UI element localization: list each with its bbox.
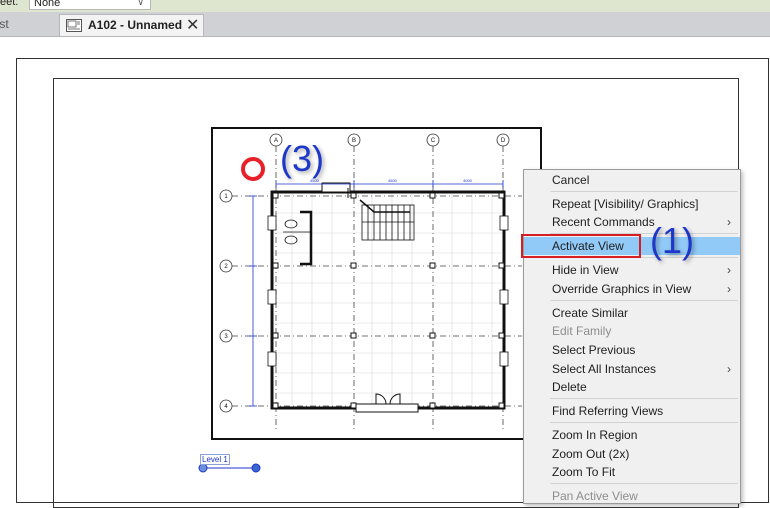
menu-item-repeat[interactable]: Repeat [Visibility/ Graphics]: [524, 195, 740, 213]
menu-item-label: Delete: [552, 380, 587, 394]
context-menu: Cancel Repeat [Visibility/ Graphics] Rec…: [523, 169, 741, 504]
menu-separator: [550, 483, 738, 484]
menu-item-pan-active-view[interactable]: Pan Active View: [524, 487, 740, 505]
chevron-right-icon: ›: [727, 215, 731, 229]
menu-item-label: Select Previous: [552, 343, 636, 357]
menu-item-label: Select All Instances: [552, 362, 657, 376]
menu-item-select-all-instances[interactable]: Select All Instances ›: [524, 360, 740, 378]
grid-bubble-label: A: [274, 138, 278, 144]
level-marker: [198, 463, 261, 473]
menu-item-override-graphics[interactable]: Override Graphics in View ›: [524, 280, 740, 298]
menu-item-label: Edit Family: [552, 324, 612, 338]
highlight-box: [521, 234, 641, 258]
annotation-step-1: (1): [650, 220, 694, 261]
menu-item-label: Repeat [Visibility/ Graphics]: [552, 197, 699, 211]
callout-ring: [241, 157, 265, 181]
menu-item-create-similar[interactable]: Create Similar: [524, 304, 740, 322]
grid-bubble-label: D: [501, 138, 506, 144]
menu-item-label: Zoom In Region: [552, 428, 638, 442]
menu-item-label: Recent Commands: [552, 215, 655, 229]
menu-item-select-previous[interactable]: Select Previous: [524, 341, 740, 359]
menu-item-label: Cancel: [552, 173, 590, 187]
menu-item-zoom-to-fit[interactable]: Zoom To Fit: [524, 463, 740, 481]
menu-item-label: Zoom Out (2x): [552, 447, 630, 461]
menu-separator: [550, 422, 738, 423]
menu-separator: [550, 191, 738, 192]
menu-item-edit-family[interactable]: Edit Family: [524, 322, 740, 340]
menu-item-find-referring-views[interactable]: Find Referring Views: [524, 402, 740, 420]
menu-item-zoom-in-region[interactable]: Zoom In Region: [524, 426, 740, 444]
menu-separator: [550, 398, 738, 399]
chevron-right-icon: ›: [727, 282, 731, 296]
annotation-step-3: (3): [280, 138, 324, 179]
menu-item-zoom-out[interactable]: Zoom Out (2x): [524, 445, 740, 463]
menu-item-label: Create Similar: [552, 306, 629, 320]
menu-item-cancel[interactable]: Cancel: [524, 171, 740, 189]
menu-item-hide-in-view[interactable]: Hide in View ›: [524, 261, 740, 279]
dim-label: 4500: [388, 178, 398, 183]
menu-item-label: Zoom To Fit: [552, 465, 616, 479]
grid-bubble-label: B: [352, 138, 356, 144]
dim-label: 4000: [463, 178, 473, 183]
menu-item-label: Override Graphics in View: [552, 282, 692, 296]
menu-separator: [550, 300, 738, 301]
menu-item-recent-commands[interactable]: Recent Commands ›: [524, 213, 740, 231]
grid-bubble-label: C: [431, 138, 436, 144]
chevron-right-icon: ›: [727, 263, 731, 277]
menu-item-label: Find Referring Views: [552, 404, 664, 418]
menu-item-delete[interactable]: Delete: [524, 378, 740, 396]
level-label: Level 1: [200, 454, 230, 465]
chevron-right-icon: ›: [727, 362, 731, 376]
menu-item-label: Hide in View: [552, 263, 619, 277]
menu-item-label: Pan Active View: [552, 489, 638, 503]
